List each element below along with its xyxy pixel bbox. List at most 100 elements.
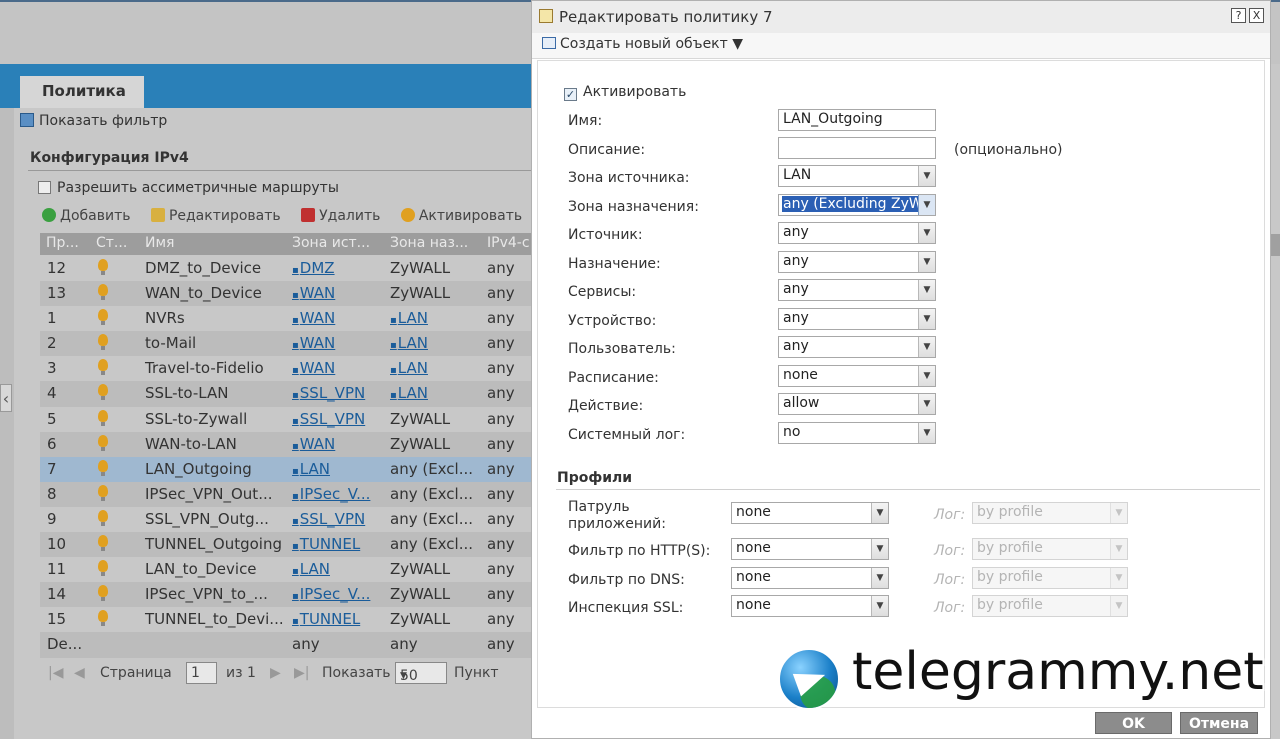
create-object-menu[interactable]: Создать новый объект ▼ <box>542 36 743 52</box>
status-bulb-icon[interactable] <box>98 359 108 376</box>
column-header-status[interactable]: Ст... <box>96 235 127 251</box>
chevron-down-icon[interactable]: ▼ <box>871 539 888 559</box>
status-bulb-icon[interactable] <box>98 309 108 326</box>
description-input[interactable] <box>778 137 936 159</box>
cell-to-zone[interactable]: LAN <box>390 309 428 327</box>
cell-from-zone[interactable]: WAN <box>292 334 336 352</box>
cell-from-zone[interactable]: SSL_VPN <box>292 510 365 528</box>
table-row[interactable]: 3 Travel-to-Fidelio WAN LAN any <box>40 356 544 382</box>
http-filter-select[interactable]: none ▼ <box>731 538 889 560</box>
status-bulb-icon[interactable] <box>98 284 108 301</box>
status-bulb-icon[interactable] <box>98 459 108 476</box>
cell-from-zone[interactable]: SSL_VPN <box>292 384 365 402</box>
add-button[interactable]: Добавить <box>42 208 130 224</box>
table-row[interactable]: 14 IPSec_VPN_to_... IPSec_V... ZyWALL any <box>40 582 544 608</box>
tab-policy[interactable]: Политика <box>20 76 144 108</box>
chevron-down-icon[interactable]: ▼ <box>918 309 935 329</box>
chevron-down-icon[interactable]: ▼ <box>871 568 888 588</box>
cell-to-zone[interactable]: LAN <box>390 384 428 402</box>
chevron-down-icon[interactable]: ▼ <box>918 394 935 414</box>
edit-button[interactable]: Редактировать <box>150 208 281 224</box>
cell-from-zone[interactable]: WAN <box>292 359 336 377</box>
status-bulb-icon[interactable] <box>98 409 108 426</box>
chevron-down-icon[interactable]: ▼ <box>918 223 935 243</box>
cell-from-zone[interactable]: SSL_VPN <box>292 410 365 428</box>
table-row[interactable]: 9 SSL_VPN_Outg... SSL_VPN any (Excl... any <box>40 506 544 533</box>
table-row[interactable]: 7 LAN_Outgoing LAN any (Excl... any <box>40 456 544 482</box>
dialog-title-bar[interactable]: Редактировать политику 7 ? X <box>532 1 1270 33</box>
table-row[interactable]: 10 TUNNEL_Outgoing TUNNEL any (Excl... any <box>40 532 544 558</box>
table-row[interactable]: 12 DMZ_to_Device DMZ ZyWALL any <box>40 256 544 282</box>
status-bulb-icon[interactable] <box>98 560 108 577</box>
cell-from-zone[interactable]: TUNNEL <box>292 535 360 553</box>
chevron-down-icon[interactable]: ▼ <box>918 252 935 272</box>
source-select[interactable]: any ▼ <box>778 222 936 244</box>
cell-from-zone[interactable]: LAN <box>292 560 330 578</box>
user-select[interactable]: any ▼ <box>778 336 936 358</box>
activate-checkbox[interactable]: ✓ Активировать <box>564 84 686 101</box>
column-header-to-zone[interactable]: Зона наз... <box>390 235 468 251</box>
action-select[interactable]: allow ▼ <box>778 393 936 415</box>
status-bulb-icon[interactable] <box>98 434 108 451</box>
cell-to-zone[interactable]: LAN <box>390 359 428 377</box>
collapse-arrow-icon[interactable]: ‹ <box>0 384 12 412</box>
per-page-select[interactable]: 50 ▼ <box>395 662 447 684</box>
chevron-down-icon[interactable]: ▼ <box>918 423 935 443</box>
ok-button[interactable]: OK <box>1095 712 1172 734</box>
checkbox-icon[interactable] <box>38 181 51 194</box>
column-header-name[interactable]: Имя <box>145 235 174 251</box>
chevron-down-icon[interactable]: ▼ <box>918 280 935 300</box>
asymmetric-routes-checkbox[interactable]: Разрешить ассиметричные маршруты <box>38 180 339 196</box>
status-bulb-icon[interactable] <box>98 585 108 602</box>
table-row[interactable]: 8 IPSec_VPN_Out... IPSec_V... any (Excl... a… <box>40 481 544 507</box>
first-page-icon[interactable]: |◀ <box>48 665 63 681</box>
cancel-button[interactable]: Отмена <box>1180 712 1258 734</box>
table-row[interactable]: 2 to-Mail WAN LAN any <box>40 331 544 357</box>
status-bulb-icon[interactable] <box>98 334 108 351</box>
cell-to-zone[interactable]: LAN <box>390 334 428 352</box>
cell-from-zone[interactable]: IPSec_V... <box>292 585 371 603</box>
chevron-down-icon[interactable]: ▼ <box>918 195 935 215</box>
cell-from-zone[interactable]: LAN <box>292 460 330 478</box>
cell-from-zone[interactable]: WAN <box>292 435 336 453</box>
column-header-priority[interactable]: Пр... <box>46 235 79 251</box>
status-bulb-icon[interactable] <box>98 535 108 552</box>
checkbox-checked-icon[interactable]: ✓ <box>564 88 577 101</box>
cell-from-zone[interactable]: WAN <box>292 284 336 302</box>
status-bulb-icon[interactable] <box>98 610 108 627</box>
status-bulb-icon[interactable] <box>98 484 108 501</box>
last-page-icon[interactable]: ▶| <box>294 665 309 681</box>
chevron-down-icon[interactable]: ▼ <box>871 596 888 616</box>
next-page-icon[interactable]: ▶ <box>270 665 281 681</box>
destination-select[interactable]: any ▼ <box>778 251 936 273</box>
delete-button[interactable]: Удалить <box>301 208 380 224</box>
page-number-input[interactable]: 1 <box>186 662 217 684</box>
cell-from-zone[interactable]: IPSec_V... <box>292 485 371 503</box>
chevron-down-icon[interactable]: ▼ <box>918 366 935 386</box>
device-select[interactable]: any ▼ <box>778 308 936 330</box>
table-row[interactable]: 4 SSL-to-LAN SSL_VPN LAN any <box>40 381 544 407</box>
services-select[interactable]: any ▼ <box>778 279 936 301</box>
destination-zone-select[interactable]: any (Excluding ZyWALL) ▼ <box>778 194 936 216</box>
app-patrol-select[interactable]: none ▼ <box>731 502 889 524</box>
status-bulb-icon[interactable] <box>98 259 108 275</box>
table-row[interactable]: De... any any any <box>40 632 544 658</box>
table-row[interactable]: 13 WAN_to_Device WAN ZyWALL any <box>40 281 544 307</box>
table-row[interactable]: 6 WAN-to-LAN WAN ZyWALL any <box>40 431 544 457</box>
close-button[interactable]: X <box>1249 8 1264 23</box>
activate-button[interactable]: Активировать <box>400 208 522 224</box>
cell-from-zone[interactable]: TUNNEL <box>292 610 360 628</box>
show-filter-button[interactable]: Показать фильтр <box>20 113 167 129</box>
cell-from-zone[interactable]: WAN <box>292 309 336 327</box>
source-zone-select[interactable]: LAN ▼ <box>778 165 936 187</box>
prev-page-icon[interactable]: ◀ <box>74 665 85 681</box>
dns-filter-select[interactable]: none ▼ <box>731 567 889 589</box>
table-row[interactable]: 5 SSL-to-Zywall SSL_VPN ZyWALL any <box>40 406 544 432</box>
chevron-down-icon[interactable]: ▼ <box>918 166 935 186</box>
status-bulb-icon[interactable] <box>98 509 108 526</box>
help-button[interactable]: ? <box>1231 8 1246 23</box>
system-log-select[interactable]: no ▼ <box>778 422 936 444</box>
schedule-select[interactable]: none ▼ <box>778 365 936 387</box>
table-row[interactable]: 1 NVRs WAN LAN any <box>40 306 544 332</box>
ssl-inspection-select[interactable]: none ▼ <box>731 595 889 617</box>
